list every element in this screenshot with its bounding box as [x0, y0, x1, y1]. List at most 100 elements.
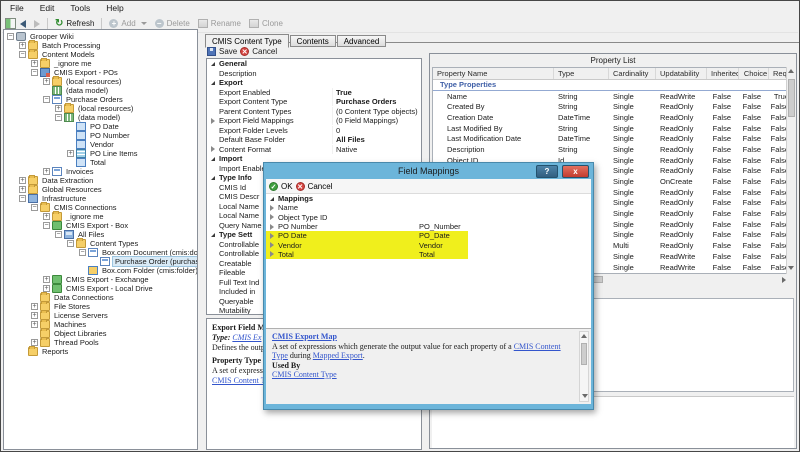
expand-icon[interactable]: +	[55, 105, 62, 112]
tree-item[interactable]: −(data model)	[4, 113, 197, 122]
tree-item[interactable]: +License Servers	[4, 311, 197, 320]
collapse-icon[interactable]: −	[43, 96, 50, 103]
tree-item[interactable]: Reports	[4, 347, 197, 356]
category-expanded-icon[interactable]	[207, 176, 219, 180]
property-grid-row[interactable]: General	[207, 59, 421, 69]
menu-item-edit[interactable]: Edit	[32, 2, 63, 15]
tree-item[interactable]: −Content Models	[4, 50, 197, 59]
dialog-cancel-button[interactable]: Cancel	[308, 182, 333, 191]
category-expanded-icon[interactable]	[207, 157, 219, 161]
table-row[interactable]: DescriptionStringSingleReadOnlyFalseFals…	[433, 144, 787, 155]
tab-contents[interactable]: Contents	[290, 35, 336, 47]
column-header-updatability[interactable]: Updatability	[656, 68, 707, 79]
expand-arrow-icon[interactable]	[266, 214, 278, 220]
property-grid-row[interactable]: Export Field Mappings(0 Field Mappings)	[207, 116, 421, 126]
category-expanded-icon[interactable]	[266, 197, 278, 201]
tree-item[interactable]: +_ignore me	[4, 212, 197, 221]
cmis-export-map-link[interactable]: CMIS Export Map	[272, 332, 337, 341]
tree-item[interactable]: (data model)	[4, 86, 197, 95]
collapse-icon[interactable]: −	[31, 204, 38, 211]
expand-arrow-icon[interactable]	[266, 251, 278, 257]
expand-icon[interactable]: +	[31, 321, 38, 328]
expand-icon[interactable]: +	[31, 339, 38, 346]
mapping-row[interactable]: PO DatePO_Date	[266, 231, 591, 240]
expand-icon[interactable]: +	[43, 78, 50, 85]
tree-item[interactable]: +(local resources)	[4, 77, 197, 86]
category-expanded-icon[interactable]	[207, 62, 219, 66]
mapping-row[interactable]: PO NumberPO_Number	[266, 222, 591, 231]
expand-icon[interactable]: +	[31, 303, 38, 310]
expand-icon[interactable]: +	[31, 312, 38, 319]
expand-arrow-icon[interactable]	[266, 233, 278, 239]
collapse-icon[interactable]: −	[55, 114, 62, 121]
expand-icon[interactable]: +	[43, 276, 50, 283]
expand-icon[interactable]: +	[43, 213, 50, 220]
scroll-down-icon[interactable]	[582, 394, 588, 398]
tab-advanced[interactable]: Advanced	[337, 35, 387, 47]
column-header-cardinality[interactable]: Cardinality	[609, 68, 656, 79]
tree-item[interactable]: +CMIS Export - Exchange	[4, 275, 197, 284]
property-grid-row[interactable]: Description	[207, 69, 421, 79]
collapse-icon[interactable]: −	[67, 240, 74, 247]
tree-item[interactable]: −CMIS Export - POs	[4, 68, 197, 77]
expand-arrow-icon[interactable]	[266, 224, 278, 230]
expand-arrow-icon[interactable]	[207, 146, 219, 152]
cmis-content-type-link[interactable]: CMIS Content T	[212, 376, 266, 385]
tree-item[interactable]: PO Date	[4, 122, 197, 131]
tree-item[interactable]: Total	[4, 158, 197, 167]
tree-item[interactable]: +CMIS Export - Local Drive	[4, 284, 197, 293]
collapse-icon[interactable]: −	[19, 195, 26, 202]
close-button[interactable]: x	[562, 165, 589, 178]
table-row[interactable]: NameStringSingleReadWriteFalseFalseTrue	[433, 91, 787, 102]
collapse-icon[interactable]: −	[43, 222, 50, 229]
app-panel-icon[interactable]	[5, 18, 16, 29]
collapse-icon[interactable]: −	[79, 249, 86, 256]
expand-icon[interactable]: +	[19, 177, 26, 184]
save-button[interactable]: Save	[219, 47, 237, 56]
expand-icon[interactable]: +	[43, 168, 50, 175]
property-grid-row[interactable]: Export EnabledTrue	[207, 88, 421, 98]
column-header-type[interactable]: Type	[554, 68, 609, 79]
tree-item[interactable]: +_ignore me	[4, 59, 197, 68]
menu-item-tools[interactable]: Tools	[62, 2, 98, 15]
cancel-button[interactable]: Cancel	[252, 47, 277, 56]
scroll-up-icon[interactable]	[788, 69, 794, 73]
collapse-icon[interactable]: −	[55, 231, 62, 238]
mapping-row[interactable]: Object Type ID	[266, 213, 591, 222]
tree-item[interactable]: −Content Types	[4, 239, 197, 248]
mapped-export-link[interactable]: Mapped Export	[313, 351, 363, 360]
expand-icon[interactable]: +	[67, 150, 74, 157]
property-grid-row[interactable]: Export Content TypePurchase Orders	[207, 97, 421, 107]
vertical-scrollbar[interactable]	[786, 67, 795, 274]
mapping-row[interactable]: Name	[266, 203, 591, 212]
expand-icon[interactable]: +	[19, 42, 26, 49]
tree-item[interactable]: −All Files	[4, 230, 197, 239]
scrollbar-thumb[interactable]	[581, 343, 587, 365]
collapse-icon[interactable]: −	[7, 33, 14, 40]
property-grid-row[interactable]: Export	[207, 78, 421, 88]
tree-item[interactable]: +File Stores	[4, 302, 197, 311]
table-row[interactable]: Last Modification DateDateTimeSingleRead…	[433, 133, 787, 144]
type-link[interactable]: CMIS Ex	[232, 333, 261, 342]
help-button[interactable]: ?	[536, 165, 558, 178]
tree-item[interactable]: Object Libraries	[4, 329, 197, 338]
expand-icon[interactable]: +	[19, 186, 26, 193]
tree-item[interactable]: Purchase Order (purchaseOrder)	[4, 257, 197, 266]
tree-item[interactable]: PO Number	[4, 131, 197, 140]
dialog-title-bar[interactable]: Field Mappings ? x	[266, 164, 591, 179]
collapse-icon[interactable]: −	[19, 51, 26, 58]
scrollbar-thumb[interactable]	[788, 79, 795, 117]
tree-item[interactable]: Data Connections	[4, 293, 197, 302]
expand-icon[interactable]: +	[31, 60, 38, 67]
table-row[interactable]: Creation DateDateTimeSingleReadOnlyFalse…	[433, 112, 787, 123]
column-header-inherited[interactable]: Inherited	[707, 68, 739, 79]
used-by-link[interactable]: CMIS Content Type	[272, 370, 337, 379]
mappings-header-row[interactable]: Mappings	[266, 194, 591, 203]
tree-item[interactable]: +Machines	[4, 320, 197, 329]
expand-arrow-icon[interactable]	[266, 242, 278, 248]
category-expanded-icon[interactable]	[207, 81, 219, 85]
table-row[interactable]: Created ByStringSingleReadOnlyFalseFalse…	[433, 101, 787, 112]
property-grid-row[interactable]: Content FormatNative	[207, 145, 421, 155]
dialog-scrollbar[interactable]	[579, 331, 589, 402]
table-row[interactable]: Last Modified ByStringSingleReadOnlyFals…	[433, 123, 787, 134]
